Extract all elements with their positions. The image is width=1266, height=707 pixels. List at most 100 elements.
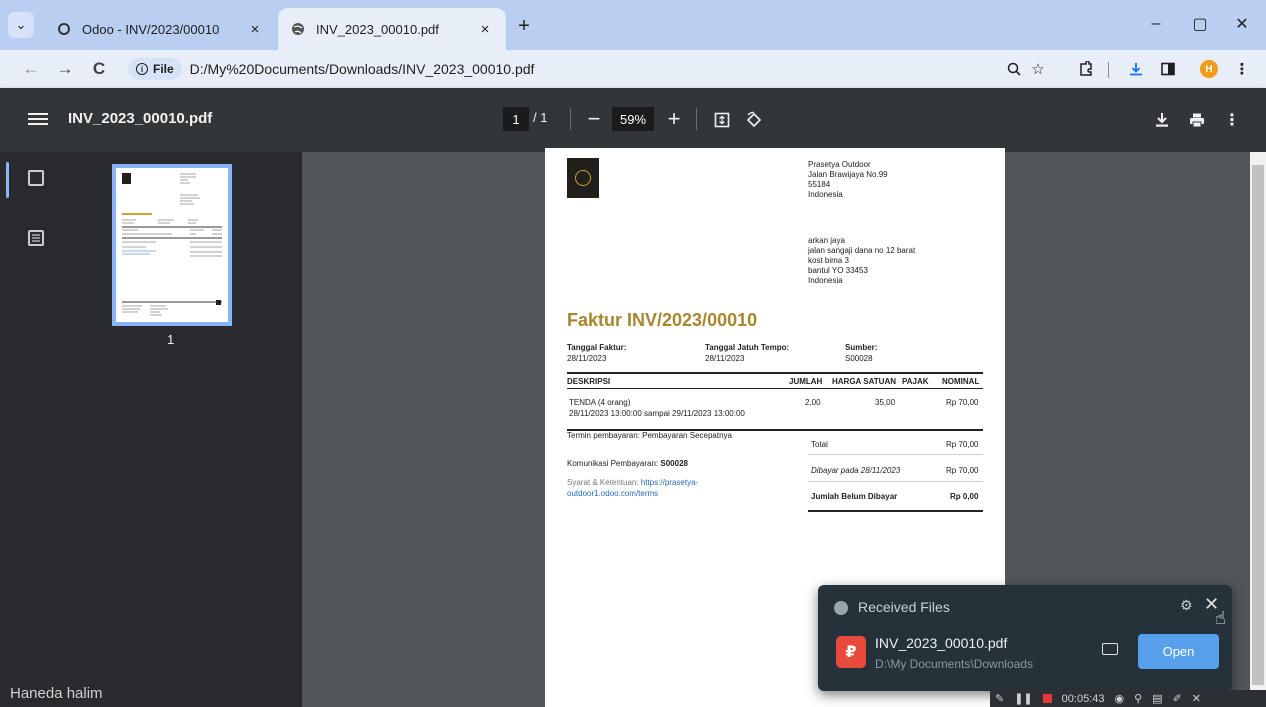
document-title: INV_2023_00010.pdf <box>68 110 213 127</box>
fit-page-icon[interactable] <box>710 108 734 132</box>
open-button[interactable]: Open <box>1138 634 1219 669</box>
received-files-notification: Received Files ⚙ ✕ INV_2023_00010.pdf D:… <box>818 585 1232 691</box>
line-unit-price: 35,00 <box>875 398 896 407</box>
col-tax: PAJAK <box>902 377 929 386</box>
total-label: Total <box>811 440 828 449</box>
total-amount: Rp 70,00 <box>946 440 979 449</box>
hand-cursor-icon: ☝ <box>1215 608 1226 628</box>
terms-link[interactable]: outdoor1.odoo.com/terms <box>567 489 658 498</box>
minimize-button[interactable]: – <box>1136 12 1176 36</box>
menu-icon[interactable]: ⋮ <box>1230 58 1254 80</box>
more-options-icon[interactable]: ⋮ <box>1220 108 1244 132</box>
site-info-chip[interactable]: i File <box>128 58 182 80</box>
paid-amount: Rp 70,00 <box>946 466 979 475</box>
back-button[interactable]: ← <box>18 57 44 81</box>
paid-label: Dibayar pada 28/11/2023 <box>811 466 901 475</box>
download-icon[interactable] <box>1124 58 1148 80</box>
camera-icon[interactable]: ◉ <box>1114 692 1124 705</box>
user-watermark: Haneda halim <box>10 685 103 702</box>
invoice-title: Faktur INV/2023/00010 <box>567 310 758 330</box>
download-icon[interactable] <box>1150 108 1174 132</box>
url-text[interactable]: D:/My%20Documents/Downloads/INV_2023_000… <box>190 61 535 77</box>
zoom-icon[interactable]: ⚲ <box>1134 692 1142 705</box>
customer-address: arkan jaya jalan sangaji dana no 12 bara… <box>808 236 916 285</box>
folder-icon[interactable] <box>1102 643 1118 655</box>
hamburger-menu-icon[interactable] <box>28 110 48 130</box>
totals-rule <box>808 454 983 455</box>
tab-strip: ⌄ Odoo - INV/2023/00010 × INV_2023_00010… <box>0 0 1266 50</box>
amount-due-label: Jumlah Belum Dibayar <box>811 492 898 501</box>
source-value: S00028 <box>845 354 873 363</box>
pdf-toolbar: INV_2023_00010.pdf 1 / 1 − 59% + ⋮ <box>0 88 1266 152</box>
reload-button[interactable]: C <box>86 57 112 81</box>
tab-pdf[interactable]: INV_2023_00010.pdf × <box>278 8 506 50</box>
received-file-path: D:\My Documents\Downloads <box>875 657 1034 671</box>
sidepanel-icon[interactable] <box>1156 58 1180 80</box>
zoom-icon[interactable] <box>1002 58 1026 80</box>
received-file-name[interactable]: INV_2023_00010.pdf <box>875 635 1007 651</box>
terms-and-conditions: Syarat & Ketentuan: https://prasetya- <box>567 478 699 487</box>
amount-due: Rp 0,00 <box>950 492 979 501</box>
chip-label: File <box>153 62 174 76</box>
table-top-rule <box>567 372 983 374</box>
source-label: Sumber: <box>845 343 878 352</box>
notification-title: Received Files <box>858 599 950 615</box>
info-icon: i <box>136 63 148 75</box>
close-window-button[interactable]: ✕ <box>1222 12 1262 36</box>
company-address: Prasetya Outdoor Jalan Brawijaya No.99 5… <box>808 160 888 199</box>
pause-icon[interactable]: ❚❚ <box>1014 692 1032 705</box>
rotate-icon[interactable] <box>742 108 766 132</box>
stop-icon[interactable] <box>1042 694 1052 703</box>
zoom-in-button[interactable]: + <box>662 106 686 132</box>
page-number-input[interactable]: 1 <box>503 107 529 131</box>
totals-bottom-rule <box>808 510 983 512</box>
payment-terms: Termin pembayaran: Pembayaran Secepatnya <box>567 431 732 440</box>
line-qty: 2,00 <box>805 398 821 407</box>
col-unit-price: HARGA SATUAN <box>832 377 896 386</box>
company-logo <box>567 158 599 198</box>
close-icon[interactable]: ✕ <box>1192 692 1201 705</box>
toolbar-divider <box>1108 62 1109 78</box>
scrollbar-thumb[interactable] <box>1252 165 1264 685</box>
sidebar-tabs <box>0 152 64 707</box>
forward-button[interactable]: → <box>52 57 78 81</box>
invoice-date-label: Tanggal Faktur: <box>567 343 627 352</box>
active-indicator <box>6 162 9 198</box>
thumbnail-page-number: 1 <box>167 332 175 347</box>
terms-link[interactable]: https://prasetya- <box>641 478 698 487</box>
address-bar: ← → C i File D:/My%20Documents/Downloads… <box>0 50 1266 88</box>
zoom-level-input[interactable]: 59% <box>612 107 654 131</box>
profile-avatar[interactable]: H <box>1200 60 1218 78</box>
app-status-icon <box>834 601 848 615</box>
table-header-rule <box>567 388 983 389</box>
zoom-out-button[interactable]: − <box>582 106 606 132</box>
page-count: / 1 <box>533 110 548 125</box>
payment-communication: Komunikasi Pembayaran: S00028 <box>567 459 688 468</box>
comment-icon[interactable]: ▤ <box>1152 692 1162 705</box>
tab-odoo[interactable]: Odoo - INV/2023/00010 × <box>44 8 276 50</box>
toolbar-divider <box>570 108 571 130</box>
toolbar-divider <box>696 108 697 130</box>
odoo-favicon-icon <box>56 21 72 37</box>
tab-close-icon[interactable]: × <box>476 21 494 38</box>
new-tab-button[interactable]: + <box>512 14 536 38</box>
omnibox[interactable]: i File D:/My%20Documents/Downloads/INV_2… <box>122 55 1062 83</box>
print-icon[interactable] <box>1185 108 1209 132</box>
invoice-date: 28/11/2023 <box>567 354 607 363</box>
thumbnails-icon[interactable] <box>28 170 44 186</box>
settings-gear-icon[interactable]: ⚙ <box>1180 597 1193 614</box>
outline-icon[interactable] <box>28 230 44 246</box>
due-date: 28/11/2023 <box>705 354 745 363</box>
page-thumbnail[interactable] <box>112 164 232 326</box>
line-amount: Rp 70,00 <box>946 398 979 407</box>
pdf-file-icon: ₽ <box>836 636 866 668</box>
edit-icon[interactable]: ✐ <box>1173 692 1182 705</box>
extensions-icon[interactable] <box>1074 58 1098 80</box>
star-icon[interactable]: ☆ <box>1026 58 1050 80</box>
tab-search-button[interactable]: ⌄ <box>8 12 34 38</box>
totals-rule <box>808 481 983 482</box>
restore-button[interactable]: ▢ <box>1180 12 1220 36</box>
pen-icon[interactable]: ✎ <box>995 692 1004 705</box>
tab-close-icon[interactable]: × <box>246 21 264 38</box>
globe-icon <box>290 21 306 37</box>
